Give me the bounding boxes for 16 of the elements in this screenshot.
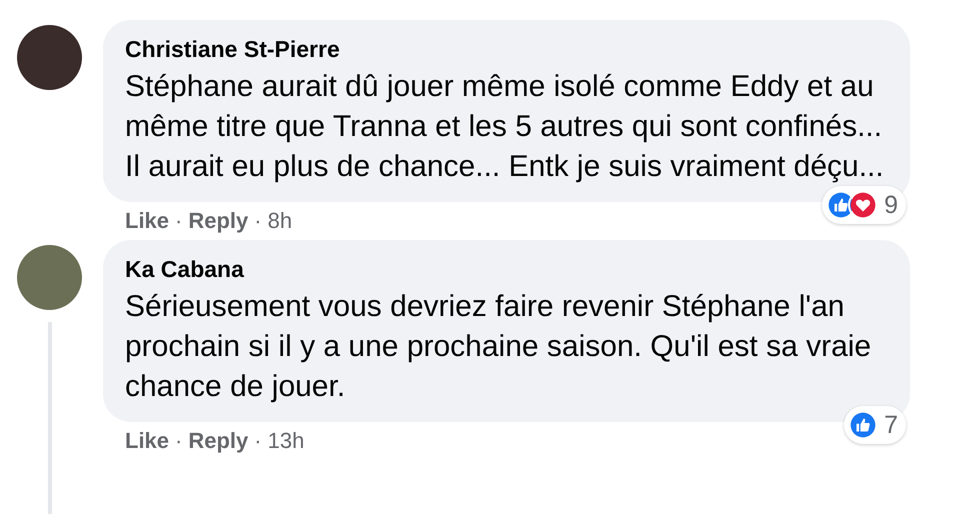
separator-dot: · (254, 208, 262, 234)
author-name[interactable]: Christiane St-Pierre (125, 36, 892, 63)
action-link[interactable]: Reply (188, 428, 248, 454)
comment-time[interactable]: 8h (268, 208, 292, 234)
action-link[interactable]: Like (125, 428, 170, 454)
separator-dot: · (175, 428, 182, 454)
action-link[interactable]: Like (125, 208, 170, 234)
reaction-counter[interactable]: 9 (822, 186, 906, 224)
separator-dot: · (175, 208, 182, 234)
reaction-counter[interactable]: 7 (844, 406, 906, 444)
author-name[interactable]: Ka Cabana (125, 256, 892, 283)
action-link[interactable]: Reply (188, 208, 248, 234)
comment-text: Stéphane aurait dû jouer même isolé comme Eddy et au même titre que Tranna et les 5 autres qui sont confinés... Il aurait eu plus de chance... Entk je suis vraiment déçu... (125, 69, 885, 185)
comment-time[interactable]: 13h (268, 428, 304, 454)
separator-dot: · (254, 428, 262, 454)
comment-text: Sérieusement vous devriez faire revenir Stéphane l'an prochain si il y a une prochaine saison. Qu'il est sa vraie chance de jouer. (125, 289, 872, 405)
